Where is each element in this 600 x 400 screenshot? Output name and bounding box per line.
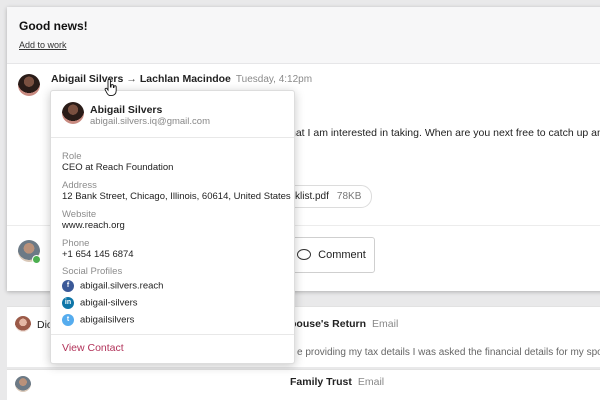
message-time: Tuesday, 4:12pm [235,74,313,85]
divider [51,334,294,335]
sender-avatar[interactable] [18,74,40,96]
comment-button[interactable]: Comment [288,237,375,273]
attachment-size: 78KB [336,191,362,202]
attachment-name: cklist.pdf [290,191,329,202]
address-value: 12 Bank Street, Chicago, Illinois, 60614… [62,191,291,202]
item-subject: Family Trust Email [290,376,384,388]
popover-email[interactable]: abigail.silvers.iq@gmail.com [90,116,210,127]
role-value: CEO at Reach Foundation [62,162,174,173]
popover-name: Abigail Silvers [90,104,163,116]
social-twitter[interactable]: t abigailsilvers [62,314,134,326]
subject-title: pouse's Return [290,318,367,330]
hand-cursor-icon [104,79,117,97]
role-label: Role [62,151,82,162]
message-header: Abigail Silvers → Lachlan Macindoe Tuesday,… [51,73,312,85]
social-linkedin[interactable]: in abigail-silvers [62,297,138,309]
linkedin-icon: in [62,297,74,309]
phone-label: Phone [62,238,90,249]
social-handle: abigailsilvers [80,314,135,326]
item-subject: pouse's Return Email [290,318,398,330]
subject-title: Family Trust [290,376,352,388]
recipient-name[interactable]: Lachlan Macindoe [140,73,231,85]
twitter-icon: t [62,314,74,326]
card-header: Good news! Add to work [7,7,600,64]
phone-value[interactable]: +1 654 145 6874 [62,249,134,260]
contact-avatar [15,376,31,392]
divider [51,137,294,138]
facebook-icon: f [62,280,74,292]
website-value[interactable]: www.reach.org [62,220,125,231]
comment-label: Comment [318,249,366,261]
card-title: Good news! [19,19,88,33]
online-status-dot [32,255,41,264]
list-item[interactable]: Family Trust Email [7,369,600,400]
arrow-icon: → [126,73,137,85]
social-handle: abigail-silvers [80,297,138,309]
view-contact-link[interactable]: View Contact [62,342,124,354]
website-label: Website [62,209,97,220]
attachment-chip[interactable]: cklist.pdf 78KB [283,185,373,208]
comment-bubble-icon [297,248,312,260]
contact-popover: Abigail Silvers abigail.silvers.iq@gmail… [50,90,295,364]
social-handle: abigail.silvers.reach [80,280,164,292]
message-body: hat I am interested in taking. When are … [290,127,600,139]
item-preview: e providing my tax details I was asked t… [297,347,600,358]
popover-avatar [62,102,84,124]
add-to-work-link[interactable]: Add to work [19,40,67,50]
address-label: Address [62,180,97,191]
social-profiles-label: Social Profiles [62,266,123,277]
contact-avatar [15,316,31,332]
item-type: Email [357,376,385,388]
social-facebook[interactable]: f abigail.silvers.reach [62,280,163,292]
item-type: Email [372,318,399,330]
